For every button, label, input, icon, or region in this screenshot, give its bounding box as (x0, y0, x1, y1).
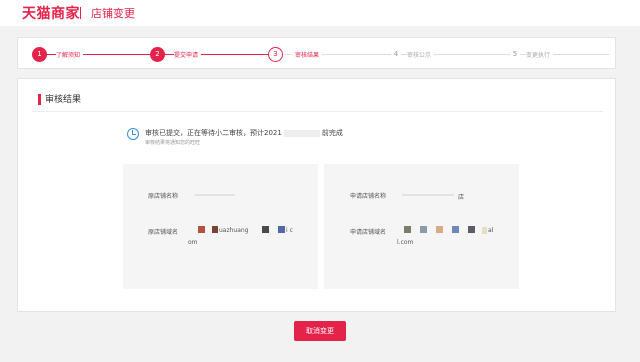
header-divider (80, 7, 81, 19)
review-status-subtext: 审核结果将通知您的旺旺 (145, 140, 201, 146)
requested-domain-end: l.com (397, 239, 414, 246)
requested-domain-tail: al (488, 227, 494, 234)
requested-store-name-tail: 店 (458, 194, 465, 201)
status-text-after: 前完成 (321, 129, 343, 137)
clock-icon (127, 128, 139, 140)
redacted-date (283, 129, 320, 137)
step-number: 1 (32, 46, 47, 62)
original-domain-end: om (188, 239, 198, 246)
step-connector-3 (284, 54, 609, 55)
step-2: 2 提交申请 (150, 45, 202, 63)
requested-store-domain-label: 申请店铺域名 (350, 229, 387, 236)
redacted-store-name (402, 194, 454, 196)
section-title: 审核结果 (45, 95, 82, 105)
section-divider (32, 111, 603, 112)
status-text-before: 审核已提交，正在等待小二审核，预计2021 (145, 129, 282, 137)
original-store-card: 原店铺名称 原店铺域名 uazhuang i c om (123, 164, 318, 289)
redacted-store-name (195, 194, 235, 196)
progress-steps: 1 了解须知 2 提交申请 3 审核结果 4 审核公示 5 变更执行 (17, 37, 616, 69)
original-store-name-label: 原店铺名称 (148, 193, 179, 200)
redacted-block (404, 226, 411, 233)
original-store-domain-label: 原店铺域名 (148, 229, 179, 236)
step-label: 变更执行 (526, 49, 554, 59)
top-bar: 天猫商家 店铺变更 (0, 0, 640, 26)
step-3: 3 审核结果 (268, 45, 323, 63)
redacted-block (436, 226, 443, 233)
redacted-block (420, 226, 427, 233)
step-label: 审核结果 (292, 49, 323, 59)
requested-store-name-label: 申请店铺名称 (350, 193, 387, 200)
step-label: 提交申请 (174, 49, 202, 59)
review-result-panel: 审核结果 审核已提交，正在等待小二审核，预计2021 前完成 审核结果将通知您的旺… (17, 78, 616, 312)
step-number: 3 (268, 46, 283, 62)
page-title: 店铺变更 (91, 7, 135, 20)
step-number: 4 (391, 46, 401, 62)
step-1: 1 了解须知 (32, 45, 84, 63)
redacted-block (278, 226, 285, 233)
redacted-block (452, 226, 459, 233)
step-4: 4 审核公示 (391, 45, 435, 63)
original-domain-fragment: uazhuang (219, 227, 249, 234)
review-status-text: 审核已提交，正在等待小二审核，预计2021 前完成 (145, 128, 343, 138)
redacted-block (212, 226, 218, 233)
step-number: 5 (510, 46, 520, 62)
step-number: 2 (150, 46, 165, 62)
step-label: 审核公示 (407, 49, 435, 59)
requested-store-card: 申请店铺名称 店 申请店铺域名 al l.com (324, 164, 519, 289)
section-accent-bar (38, 94, 41, 105)
step-label: 了解须知 (56, 49, 84, 59)
cancel-change-button[interactable]: 取消变更 (294, 321, 346, 341)
redacted-block (468, 226, 475, 233)
step-5: 5 变更执行 (510, 45, 554, 63)
tmall-merchant-logo[interactable]: 天猫商家 (22, 3, 80, 23)
redacted-block (482, 227, 487, 234)
original-domain-tail: i c (286, 227, 293, 234)
redacted-block (262, 226, 269, 233)
redacted-block (198, 226, 205, 233)
